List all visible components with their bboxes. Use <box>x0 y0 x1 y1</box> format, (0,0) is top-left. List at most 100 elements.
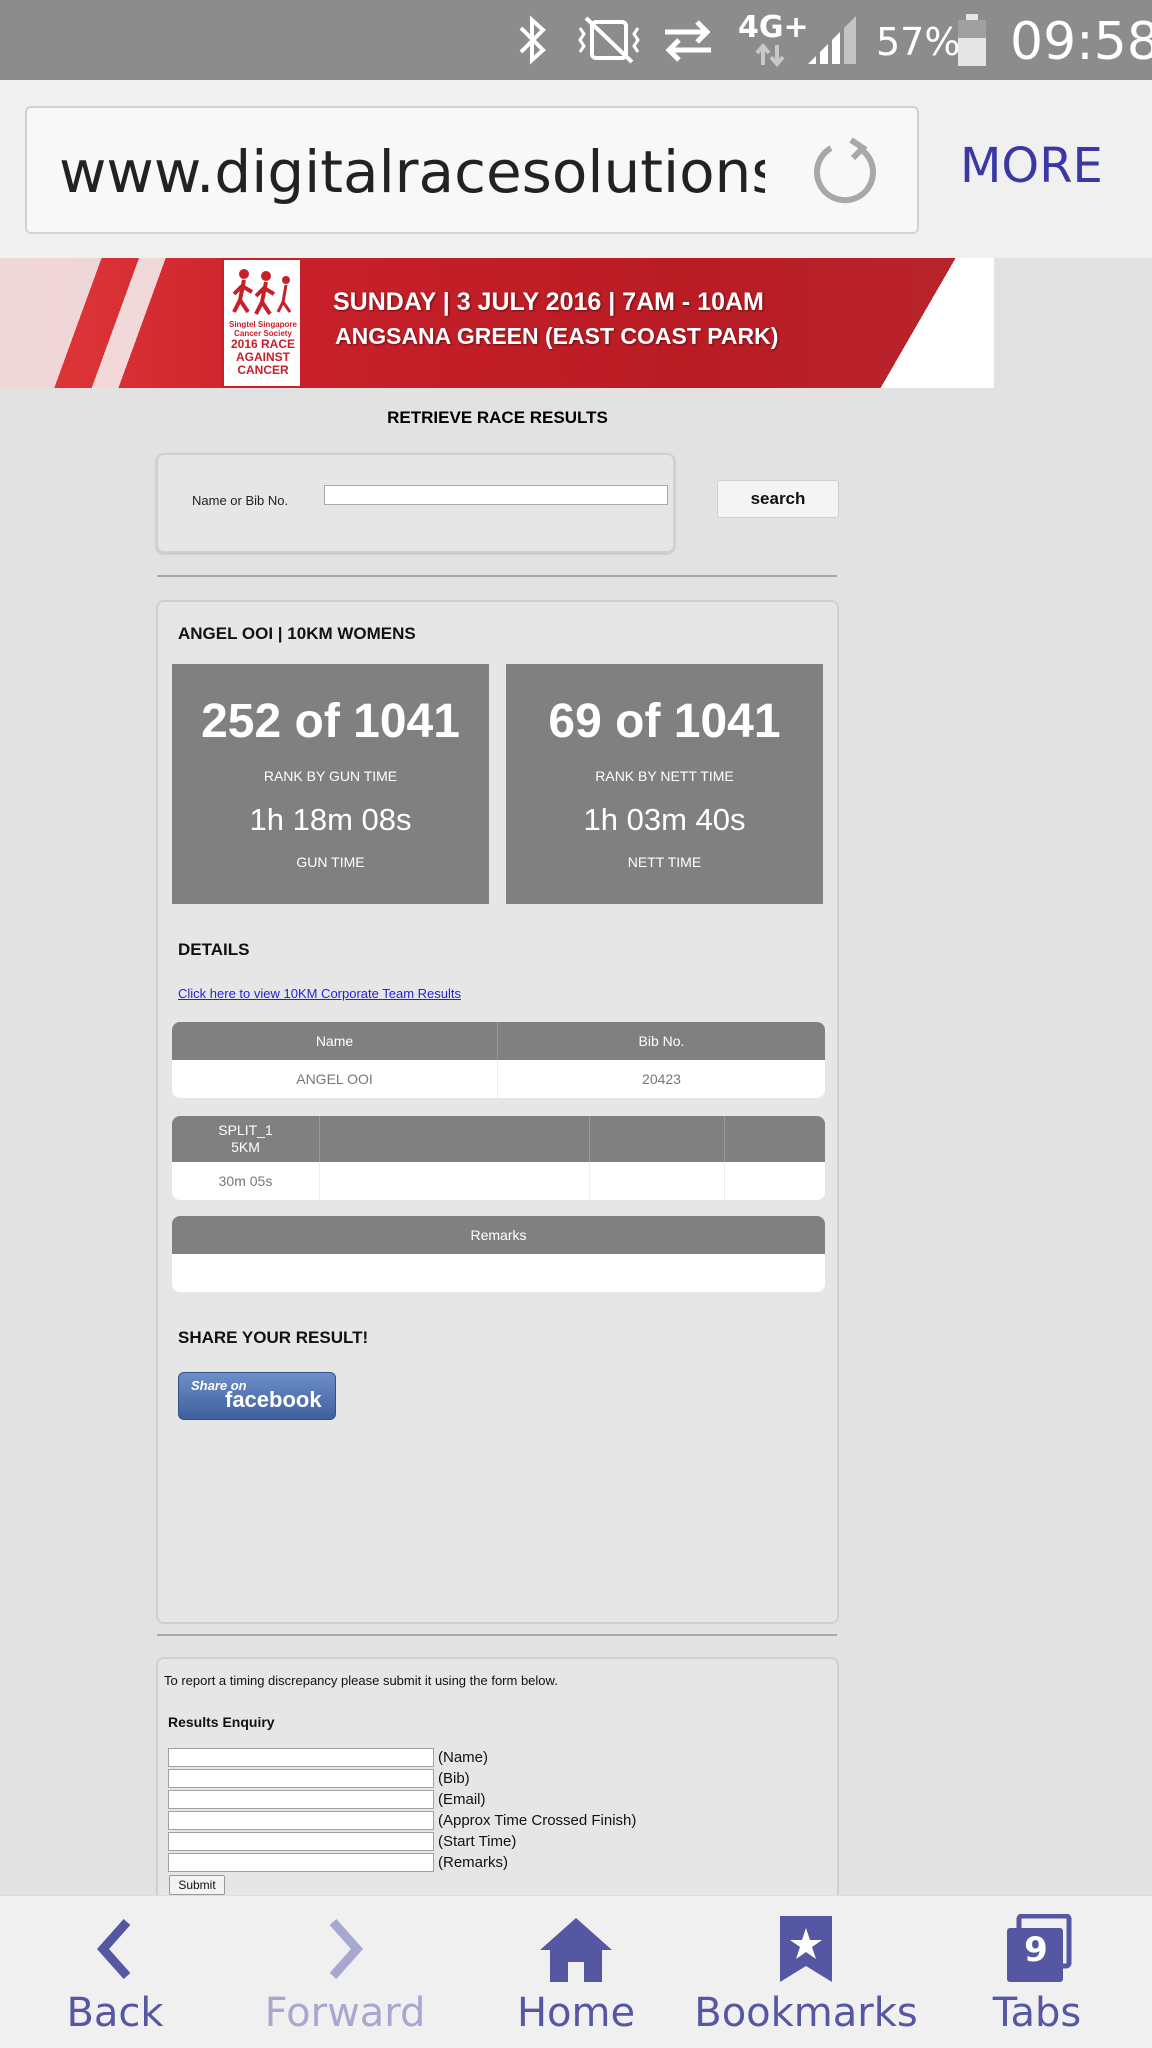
bib-column-header: Bib No. <box>497 1022 825 1060</box>
more-button[interactable]: MORE <box>960 138 1140 194</box>
enquiry-start-time-label: (Start Time) <box>438 1833 517 1850</box>
enquiry-finish-time-input[interactable] <box>168 1811 434 1830</box>
search-input[interactable] <box>324 485 668 505</box>
tabs-label: Tabs <box>992 1990 1082 2036</box>
enquiry-finish-time-field: (Approx Time Crossed Finish) <box>168 1810 636 1831</box>
enquiry-start-time-input[interactable] <box>168 1832 434 1851</box>
tab-count: 9 <box>1024 1930 1048 1970</box>
enquiry-start-time-field: (Start Time) <box>168 1831 516 1852</box>
logo-text: 2016 RACE AGAINST CANCER <box>230 337 296 377</box>
address-bar[interactable]: www.digitalracesolutions.com <box>25 106 919 234</box>
split-4-cell <box>724 1162 825 1200</box>
enquiry-bib-label: (Bib) <box>438 1770 470 1787</box>
divider <box>157 575 837 577</box>
split-1-cell: 30m 05s <box>218 1173 273 1189</box>
battery-percent: 57% <box>876 20 961 64</box>
banner-venue: ANGSANA GREEN (EAST COAST PARK) <box>335 323 779 349</box>
tabs-button[interactable]: 9 Tabs <box>922 1896 1152 2048</box>
split-3-cell <box>589 1162 724 1200</box>
submit-button[interactable]: Submit <box>169 1875 225 1895</box>
enquiry-note: To report a timing discrepancy please su… <box>164 1673 558 1688</box>
split-2-header <box>319 1116 589 1162</box>
browser-bottom-nav: Back Forward Home Bookmarks 9 Tabs <box>0 1895 1152 2048</box>
nett-time-label: NETT TIME <box>627 854 702 870</box>
url-text[interactable]: www.digitalracesolutions.com <box>59 138 765 206</box>
clock: 09:58 <box>1010 12 1152 72</box>
details-heading: DETAILS <box>178 940 250 959</box>
corporate-results-link[interactable]: Click here to view 10KM Corporate Team R… <box>178 986 461 1001</box>
name-column-header: Name <box>315 1033 354 1049</box>
enquiry-bib-field: (Bib) <box>168 1768 470 1789</box>
search-label: Name or Bib No. <box>192 493 289 508</box>
split-3-header <box>589 1116 724 1162</box>
reload-icon[interactable] <box>809 136 881 208</box>
gun-rank: 252 of 1041 <box>201 695 460 748</box>
enquiry-name-field: (Name) <box>168 1747 488 1768</box>
vibrate-mute-icon <box>570 0 648 80</box>
data-arrows-icon <box>752 42 788 68</box>
back-icon <box>96 1919 131 1979</box>
athlete-title: ANGEL OOI | 10KM WOMENS <box>178 624 416 643</box>
facebook-share-big: facebook <box>225 1387 322 1412</box>
race-logo: Singtel Singapore Cancer Society 2016 RA… <box>222 258 302 388</box>
gun-rank-label: RANK BY GUN TIME <box>263 768 398 784</box>
nett-time: 1h 03m 40s <box>583 802 746 837</box>
logo-sponsor: Singtel Singapore Cancer Society <box>228 320 297 338</box>
result-card: ANGEL OOI | 10KM WOMENS 252 of 1041 RANK… <box>156 600 839 1624</box>
enquiry-name-input[interactable] <box>168 1748 434 1767</box>
back-label: Back <box>66 1990 164 2036</box>
table-row <box>172 1254 825 1292</box>
enquiry-remarks-input[interactable] <box>168 1853 434 1872</box>
enquiry-remarks-label: (Remarks) <box>438 1854 508 1871</box>
name-cell: ANGEL OOI <box>296 1071 373 1087</box>
bookmarks-label: Bookmarks <box>694 1990 918 2036</box>
banner-date: SUNDAY | 3 JULY 2016 | 7AM - 10AM <box>333 288 764 316</box>
enquiry-email-input[interactable] <box>168 1790 434 1809</box>
data-transfer-icon <box>660 0 716 80</box>
remarks-table: Remarks <box>172 1216 825 1292</box>
split-2-cell <box>319 1162 589 1200</box>
battery-icon <box>954 0 990 80</box>
forward-icon <box>329 1919 364 1979</box>
forward-button[interactable]: Forward <box>230 1896 460 2048</box>
gun-time: 1h 18m 08s <box>249 802 412 837</box>
bookmark-icon <box>780 1916 832 1982</box>
search-button[interactable]: search <box>717 480 839 518</box>
home-icon <box>540 1918 612 1982</box>
bib-cell: 20423 <box>497 1060 825 1098</box>
back-button[interactable]: Back <box>0 1896 230 2048</box>
enquiry-remarks-field: (Remarks) <box>168 1852 508 1873</box>
network-type: 4G+ <box>738 10 809 45</box>
gun-rank-box: 252 of 1041 RANK BY GUN TIME 1h 18m 08s … <box>172 664 489 904</box>
banner-decoration-right <box>880 258 994 388</box>
enquiry-bib-input[interactable] <box>168 1769 434 1788</box>
enquiry-form: To report a timing discrepancy please su… <box>156 1657 839 1897</box>
remarks-header: Remarks <box>470 1227 527 1243</box>
status-bar: 4G+ 57% 09:58 <box>0 0 1152 80</box>
banner-decoration <box>0 258 220 388</box>
enquiry-finish-time-label: (Approx Time Crossed Finish) <box>438 1812 637 1829</box>
browser-toolbar: www.digitalracesolutions.com MORE <box>0 80 1152 258</box>
page-title: RETRIEVE RACE RESULTS <box>387 408 608 427</box>
nett-rank-box: 69 of 1041 RANK BY NETT TIME 1h 03m 40s … <box>506 664 823 904</box>
nett-rank: 69 of 1041 <box>548 695 781 748</box>
enquiry-name-label: (Name) <box>438 1749 489 1766</box>
runner-info-table: Name Bib No. ANGEL OOI 20423 <box>172 1022 825 1098</box>
facebook-share-button[interactable]: Share on facebook <box>178 1372 336 1420</box>
search-panel: Name or Bib No. <box>156 453 675 553</box>
split-4-header <box>724 1116 825 1162</box>
signal-icon <box>802 0 862 80</box>
nett-rank-label: RANK BY NETT TIME <box>595 768 734 784</box>
event-banner: Singtel Singapore Cancer Society 2016 RA… <box>0 258 994 388</box>
splits-table: SPLIT_1 5KM 30m 05s <box>172 1116 825 1200</box>
enquiry-email-label: (Email) <box>438 1791 486 1808</box>
bluetooth-icon <box>510 0 554 80</box>
table-row: 30m 05s <box>172 1162 825 1200</box>
home-button[interactable]: Home <box>461 1896 691 2048</box>
divider <box>157 1634 837 1636</box>
gun-time-label: GUN TIME <box>296 854 365 870</box>
bookmarks-button[interactable]: Bookmarks <box>691 1896 921 2048</box>
share-heading: SHARE YOUR RESULT! <box>178 1328 369 1347</box>
table-row: ANGEL OOI 20423 <box>172 1060 825 1098</box>
remarks-cell <box>172 1254 825 1292</box>
